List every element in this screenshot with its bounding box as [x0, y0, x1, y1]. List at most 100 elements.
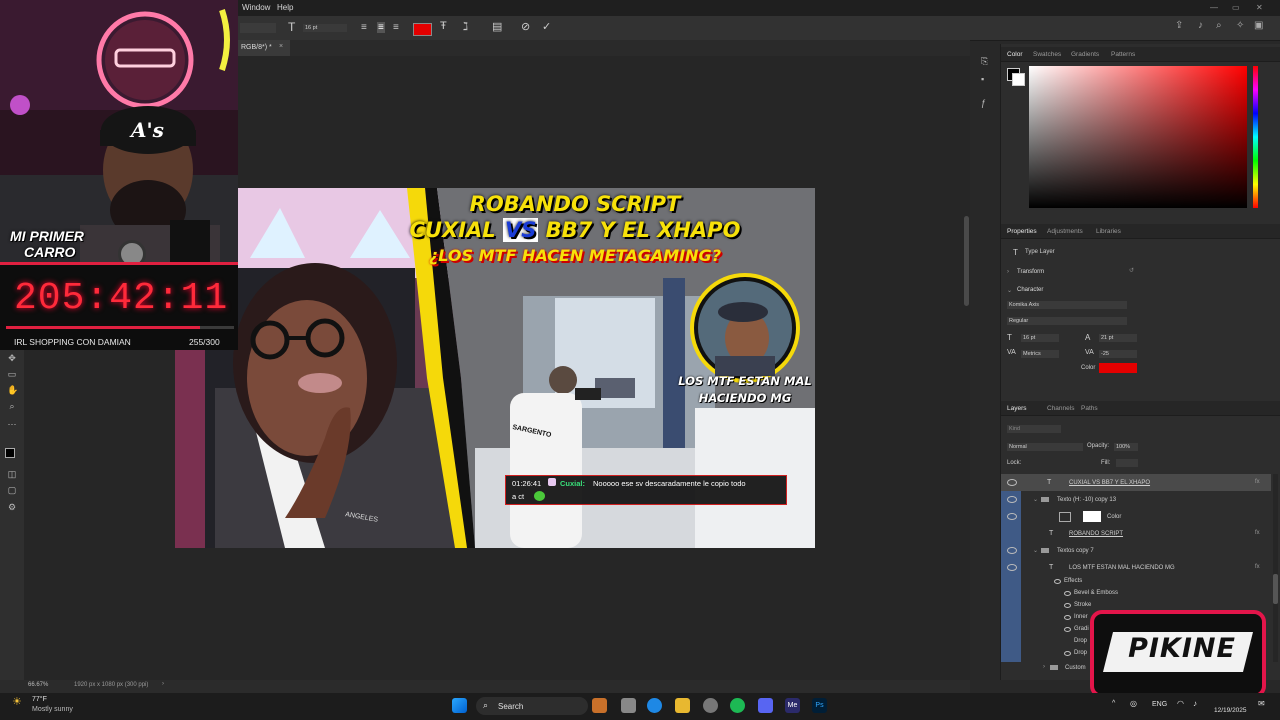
font-size-field[interactable]: 16 pt [303, 24, 347, 32]
text-color-swatch[interactable] [413, 23, 432, 36]
fx-icon[interactable]: ƒ [981, 98, 986, 108]
effect-eye-icon[interactable] [1064, 651, 1071, 656]
status-arrow-icon[interactable]: › [162, 681, 164, 687]
transform-section[interactable]: Transform [1017, 269, 1044, 275]
tab-paths[interactable]: Paths [1081, 405, 1098, 412]
align-right-icon[interactable]: ≡ [393, 22, 399, 33]
group-chevron-icon[interactable]: ⌄ [1033, 496, 1038, 503]
share-icon[interactable]: ⇪ [1175, 20, 1183, 31]
search-icon[interactable]: ⌕ [1216, 20, 1222, 31]
color-background-swatch[interactable] [1012, 73, 1025, 86]
minimize-icon[interactable]: — [1210, 3, 1218, 12]
media-encoder-app-icon[interactable]: Me [785, 698, 800, 713]
task-view-icon[interactable] [621, 698, 636, 713]
edit-toolbar-icon[interactable]: ⚙ [7, 503, 17, 512]
effect-eye-icon[interactable] [1064, 603, 1071, 608]
font-family-field[interactable]: Komika Axis [1007, 301, 1127, 309]
leading-field[interactable]: 21 pt [1099, 334, 1137, 342]
tab-color[interactable]: Color [1007, 51, 1023, 58]
fill-field[interactable] [1116, 459, 1138, 467]
foreground-color-swatch[interactable] [5, 448, 15, 458]
tab-libraries[interactable]: Libraries [1096, 228, 1121, 235]
tray-app-icon[interactable]: ◎ [1130, 699, 1137, 708]
menu-help[interactable]: Help [277, 3, 293, 12]
volume-icon[interactable]: ♪ [1193, 699, 1197, 708]
file-explorer-icon[interactable] [675, 698, 690, 713]
hand-tool-icon[interactable]: ✋ [7, 386, 18, 395]
start-button-icon[interactable] [452, 698, 467, 713]
character-section[interactable]: Character [1017, 287, 1043, 293]
font-style-field[interactable]: Regular [1007, 317, 1127, 325]
group-chevron-icon[interactable]: ⌄ [1033, 547, 1038, 554]
vertical-scroll-thumb[interactable] [964, 216, 969, 306]
tracking-field[interactable]: -25 [1099, 350, 1137, 358]
tab-gradients[interactable]: Gradients [1071, 51, 1099, 58]
warp-text-icon[interactable]: Ŧ [440, 20, 447, 32]
discord-app-icon[interactable] [758, 698, 773, 713]
font-size-panel-field[interactable]: 16 pt [1021, 334, 1059, 342]
eye-icon[interactable] [1007, 513, 1017, 520]
eye-icon[interactable] [1007, 564, 1017, 571]
tab-adjustments[interactable]: Adjustments [1047, 228, 1083, 235]
layer-row[interactable]: T ROBANDO SCRIPT fx [1001, 525, 1271, 542]
layer-row[interactable]: ⌄ Textos copy 7 [1001, 542, 1271, 559]
layer-filter-field[interactable]: Kind [1007, 425, 1061, 433]
language-indicator[interactable]: ENG [1152, 701, 1167, 708]
notification-icon[interactable]: ✉ [1258, 699, 1265, 708]
font-family-dropdown[interactable] [240, 23, 276, 33]
effect-eye-icon[interactable] [1064, 615, 1071, 620]
move-tool-icon[interactable]: ✥ [7, 354, 17, 363]
eye-icon[interactable] [1007, 479, 1017, 486]
transform-chevron-icon[interactable]: › [1007, 269, 1009, 275]
restore-icon[interactable]: ▭ [1232, 3, 1240, 12]
weather-desc[interactable]: Mostly sunny [32, 706, 73, 713]
taskbar-search-box[interactable]: ⌕ Search [476, 697, 588, 715]
type-path-icon[interactable]: ℷ [463, 20, 468, 33]
tab-layers[interactable]: Layers [1007, 405, 1027, 412]
eye-icon[interactable] [1007, 547, 1017, 554]
align-center-icon[interactable]: ≡ [377, 22, 385, 33]
marquee-tool-icon[interactable]: ▭ [7, 370, 17, 379]
quick-mask-icon[interactable]: ◫ [7, 470, 17, 479]
document-info[interactable]: 1920 px x 1080 px (300 ppi) [74, 682, 148, 688]
color-field[interactable] [1029, 66, 1247, 208]
layer-row[interactable]: Color [1001, 508, 1271, 525]
edge-app-icon[interactable] [647, 698, 662, 713]
zoom-tool-icon[interactable]: ⌕ [7, 402, 17, 411]
layers-scrollbar[interactable] [1273, 474, 1278, 662]
character-chevron-icon[interactable]: ⌄ [1007, 287, 1012, 294]
photoshop-app-icon[interactable]: Ps [812, 698, 827, 713]
close-icon[interactable]: ✕ [1256, 3, 1263, 12]
store-app-icon[interactable] [592, 698, 607, 713]
bell-icon[interactable]: ♪ [1198, 20, 1203, 31]
menu-window[interactable]: Window [242, 3, 270, 12]
tab-swatches[interactable]: Swatches [1033, 51, 1061, 58]
effect-eye-icon[interactable] [1064, 591, 1071, 596]
workspace-icon[interactable]: ▣ [1254, 20, 1263, 31]
eye-icon[interactable] [1007, 496, 1017, 503]
tab-close-icon[interactable]: × [279, 43, 283, 50]
opacity-field[interactable]: 100% [1114, 443, 1138, 451]
kerning-field[interactable]: Metrics [1021, 350, 1059, 358]
character-color-swatch[interactable] [1099, 363, 1137, 373]
spotify-app-icon[interactable] [730, 698, 745, 713]
discover-icon[interactable]: ✧ [1236, 20, 1244, 31]
cancel-icon[interactable]: ⊘ [521, 20, 530, 33]
taskbar-date[interactable]: 12/19/2025 [1214, 707, 1247, 714]
vertical-scrollbar[interactable] [963, 56, 970, 680]
comments-icon[interactable]: ▪ [981, 74, 984, 84]
tab-properties[interactable]: Properties [1007, 228, 1037, 235]
document-tab[interactable]: RGB/8*) * × [238, 40, 290, 56]
effects-eye-icon[interactable] [1054, 579, 1061, 584]
character-panel-icon[interactable]: ▤ [492, 20, 502, 33]
group-chevron-icon[interactable]: › [1043, 664, 1045, 670]
weather-sun-icon[interactable]: ☀ [12, 695, 22, 708]
weather-temp[interactable]: 77°F [32, 696, 47, 703]
layer-row[interactable]: T CUXIAL VS BB7 Y EL XHAPO fx [1001, 474, 1271, 491]
zoom-level[interactable]: 66.67% [28, 682, 48, 688]
align-left-icon[interactable]: ≡ [361, 22, 367, 33]
screen-mode-icon[interactable]: ▢ [7, 486, 17, 495]
wifi-icon[interactable]: ◠ [1177, 699, 1184, 708]
reset-icon[interactable]: ↺ [1129, 267, 1134, 274]
tab-channels[interactable]: Channels [1047, 405, 1074, 412]
